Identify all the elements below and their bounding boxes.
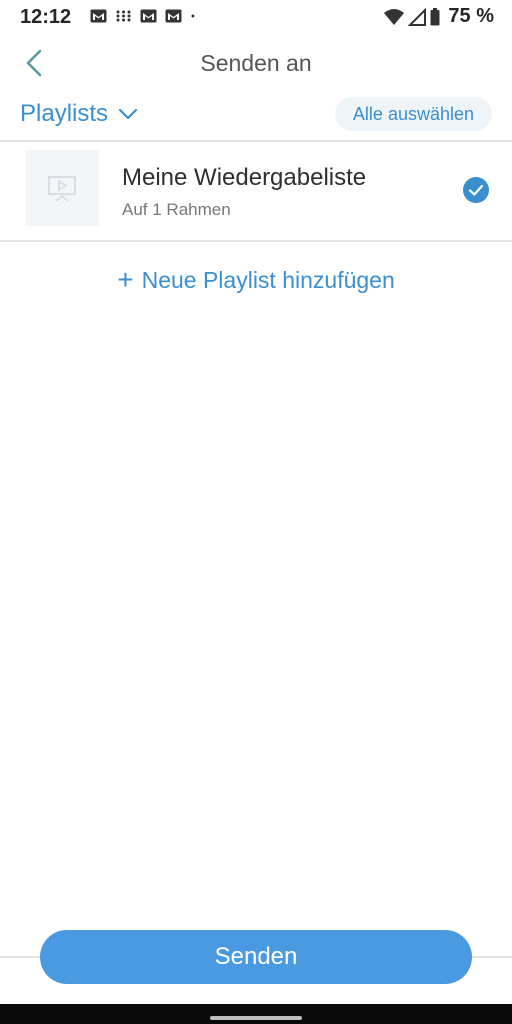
playlist-title: Meine Wiedergabeliste: [122, 164, 367, 191]
notification-icons: [90, 9, 200, 23]
status-time: 12:12: [20, 6, 72, 28]
app-header: Senden an: [0, 36, 512, 92]
status-bar: 12:12 75 %: [0, 0, 512, 36]
page-title: Senden an: [200, 50, 312, 76]
filter-row: Playlists Alle auswählen: [0, 92, 512, 142]
battery-level: 75 %: [448, 5, 494, 27]
screen: 12:12 75 % Senden an Playlists Alle ausw…: [0, 0, 512, 1024]
presentation-icon: [48, 176, 76, 202]
wifi-icon: [384, 8, 405, 25]
add-playlist-label: Neue Playlist hinzufügen: [141, 267, 395, 293]
playlist-thumbnail: [25, 150, 99, 226]
chevron-down-icon: [118, 108, 138, 120]
battery-icon: [430, 7, 440, 25]
grid-icon: [116, 10, 131, 22]
playlists-dropdown[interactable]: Playlists: [20, 100, 138, 128]
playlist-subtitle: Auf 1 Rahmen: [122, 200, 231, 219]
playlist-item[interactable]: Meine Wiedergabeliste Auf 1 Rahmen: [0, 142, 512, 242]
send-button[interactable]: Senden: [40, 930, 472, 984]
add-playlist-button[interactable]: + Neue Playlist hinzufügen: [0, 264, 512, 296]
dot-icon: [191, 14, 195, 18]
select-all-button[interactable]: Alle auswählen: [334, 97, 492, 131]
system-icons: 75 %: [384, 5, 494, 28]
gmail-icon: [165, 9, 182, 23]
gmail-icon: [90, 9, 107, 23]
checkmark-circle-icon[interactable]: [462, 176, 490, 204]
gmail-icon: [140, 9, 157, 23]
home-handle[interactable]: [210, 1016, 302, 1020]
signal-icon: [408, 7, 427, 26]
plus-icon: +: [117, 264, 134, 295]
dropdown-label: Playlists: [20, 100, 109, 127]
system-nav-bar: [0, 1004, 512, 1024]
